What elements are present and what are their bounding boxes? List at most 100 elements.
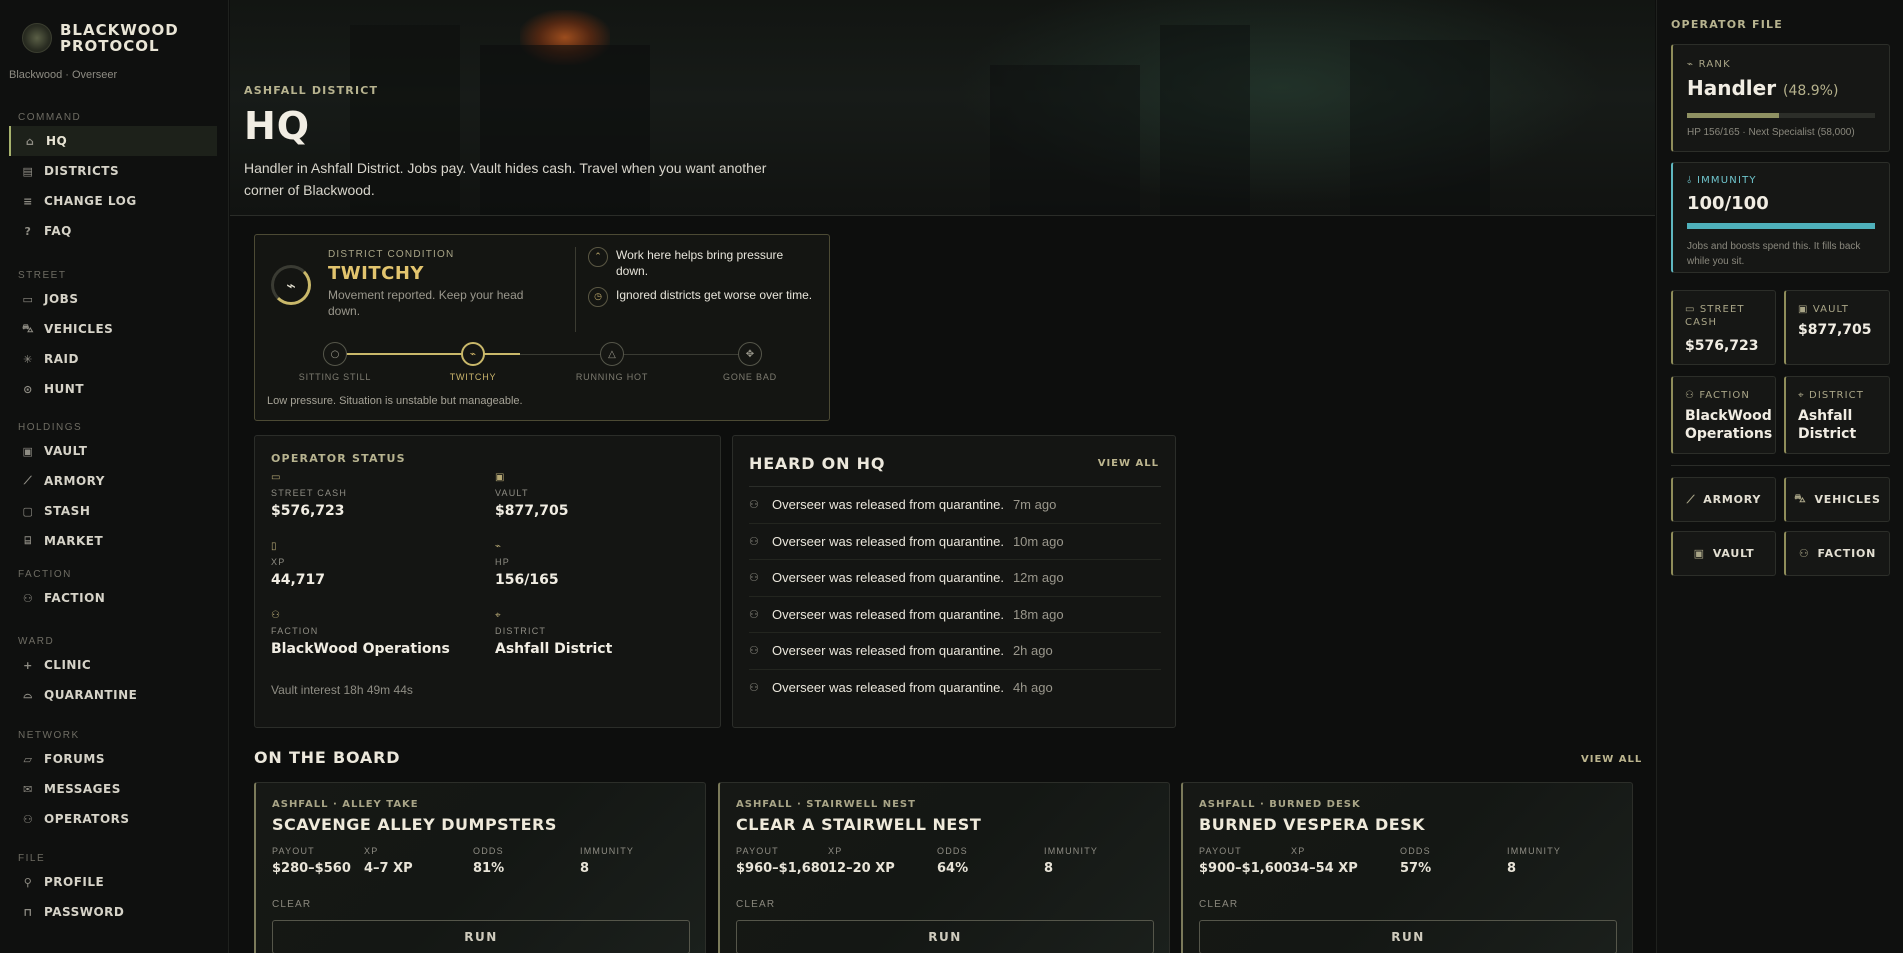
faction-card: ⚇ FACTION BlackWood Operations [1671, 376, 1776, 454]
sidebar-item-hunt[interactable]: ⊙ HUNT [9, 374, 217, 404]
users-icon: ⚇ [1685, 390, 1696, 401]
sidebar-item-jobs[interactable]: ▭ JOBS [9, 284, 217, 314]
nav-group-street: STREET ▭ JOBS ⛍ VEHICLES ✳ RAID ⊙ HUNT [0, 268, 229, 404]
sidebar-item-label: QUARANTINE [44, 688, 138, 702]
status-key: XP [271, 557, 286, 567]
condition-label: DISTRICT CONDITION [328, 249, 455, 260]
burst-icon: ✳ [23, 352, 33, 366]
job-stat-value: 8 [580, 861, 590, 876]
heard-item-time: 7m ago [1012, 497, 1057, 513]
quick-armory-button[interactable]: ⟋ ARMORY [1671, 477, 1776, 522]
stage-label: SITTING STILL [298, 372, 372, 382]
sidebar-item-operators[interactable]: ⚇ OPERATORS [9, 804, 217, 834]
list-icon: ≡ [23, 194, 33, 208]
run-job-button[interactable]: RUN [272, 920, 690, 953]
operator-file-panel: OPERATOR FILE ⌁ RANK Handler (48.9%) HP … [1656, 0, 1903, 953]
run-job-button[interactable]: RUN [1199, 920, 1617, 953]
immunity-progress-fill [1687, 223, 1875, 229]
circle-icon: ○ [323, 342, 347, 366]
job-status: CLEAR [1199, 899, 1239, 910]
job-stat-value: 8 [1044, 861, 1054, 876]
job-name: CLEAR A STAIRWELL NEST [736, 815, 982, 834]
sidebar-item-stash[interactable]: ▢ STASH [9, 496, 217, 526]
quick-vehicles-button[interactable]: ⛍ VEHICLES [1784, 477, 1890, 522]
sidebar-item-hq[interactable]: ⌂ HQ [9, 126, 217, 156]
job-stat-label: PAYOUT [736, 846, 779, 856]
condition-value: TWITCHY [328, 263, 424, 284]
brand-name-line1: BLACKWOOD [60, 21, 179, 39]
rank-progress-bar [1687, 113, 1875, 118]
district-label-text: DISTRICT [1809, 390, 1864, 401]
status-value: $576,723 [271, 503, 345, 519]
job-stat-label: IMMUNITY [1044, 846, 1099, 856]
sidebar-item-label: VEHICLES [44, 322, 114, 336]
sidebar-item-armory[interactable]: ⟋ ARMORY [9, 466, 217, 496]
map-icon: ▤ [22, 164, 34, 178]
heard-item-time: 4h ago [1012, 680, 1053, 696]
board-view-all-link[interactable]: VIEW ALL [1581, 754, 1642, 765]
sidebar-item-change-log[interactable]: ≡ CHANGE LOG [9, 186, 217, 216]
pin-icon: ⌖ [495, 610, 501, 621]
status-street-cash: ▭ STREET CASH $576,723 [271, 472, 471, 519]
sidebar-item-label: DISTRICTS [44, 164, 120, 178]
run-job-button[interactable]: RUN [736, 920, 1154, 953]
users-icon: ⚇ [22, 591, 34, 605]
status-value: 156/165 [495, 572, 559, 588]
heard-list: ⚇ Overseer was released from quarantine. 7… [749, 486, 1161, 706]
sidebar-item-clinic[interactable]: + CLINIC [9, 650, 217, 680]
sidebar-item-label: PROFILE [44, 875, 105, 889]
brand-name-line2: PROTOCOL [60, 37, 160, 55]
district-value: Ashfall District [1798, 408, 1857, 442]
vault-card: ▣ VAULT $877,705 [1784, 290, 1890, 365]
job-card: ASHFALL · ALLEY TAKE SCAVENGE ALLEY DUMPS… [254, 782, 706, 953]
quick-faction-button[interactable]: ⚇ FACTION [1784, 531, 1890, 576]
sidebar-item-vehicles[interactable]: ⛍ VEHICLES [9, 314, 217, 344]
job-stat-payout: PAYOUT $900–$1,600 [1199, 846, 1292, 876]
status-key: HP [495, 557, 510, 567]
job-stat-value: 34–54 XP [1291, 861, 1358, 876]
stage-gone-bad: ✥ GONE BAD [705, 342, 795, 382]
stage-label: TWITCHY [449, 372, 497, 382]
heard-item-text: Overseer was released from quarantine. [772, 643, 1004, 659]
job-stat-odds: ODDS 57% [1400, 846, 1431, 876]
brand[interactable]: BLACKWOOD PROTOCOL [22, 22, 179, 54]
clock-icon: ◷ [588, 287, 608, 307]
stage-label: GONE BAD [723, 372, 777, 382]
heard-item-text: Overseer was released from quarantine. [772, 497, 1004, 513]
condition-note-text: Work here helps bring pressure down. [616, 248, 784, 278]
stage-sitting-still: ○ SITTING STILL [290, 342, 380, 382]
sidebar-item-messages[interactable]: ✉ MESSAGES [9, 774, 217, 804]
plus-icon: + [23, 658, 33, 672]
heard-view-all-link[interactable]: VIEW ALL [1098, 458, 1159, 469]
condition-note-text: Ignored districts get worse over time. [616, 288, 813, 302]
job-stat-value: 8 [1507, 861, 1517, 876]
job-stat-payout: PAYOUT $960–$1,680 [736, 846, 829, 876]
nav-group-heading: COMMAND [18, 112, 82, 123]
status-value: 44,717 [271, 572, 326, 588]
quick-vault-button[interactable]: ▣ VAULT [1671, 531, 1776, 576]
rank-label-text: RANK [1698, 59, 1731, 70]
job-stat-odds: ODDS 64% [937, 846, 968, 876]
sidebar-item-profile[interactable]: ⚲ PROFILE [9, 867, 217, 897]
heard-item: ⚇ Overseer was released from quarantine. 1… [749, 597, 1161, 633]
sidebar-item-password[interactable]: ⊓ PASSWORD [9, 897, 217, 927]
sidebar-item-label: MESSAGES [44, 782, 121, 796]
sidebar-item-quarantine[interactable]: ⌓ QUARANTINE [9, 680, 217, 710]
users-icon: ⚇ [22, 812, 34, 826]
sidebar-item-market[interactable]: ⌸ MARKET [9, 526, 217, 556]
sidebar-item-forums[interactable]: ▱ FORUMS [9, 744, 217, 774]
immunity-card: ⫰ IMMUNITY 100/100 Jobs and boosts spend… [1671, 162, 1890, 273]
heard-title: HEARD ON HQ [749, 454, 886, 473]
sidebar-item-raid[interactable]: ✳ RAID [9, 344, 217, 374]
job-tag: ASHFALL · BURNED DESK [1199, 799, 1361, 810]
vault-label: ▣ VAULT [1798, 303, 1849, 316]
sidebar-item-faq[interactable]: ? FAQ [9, 216, 217, 246]
sidebar-item-vault[interactable]: ▣ VAULT [9, 436, 217, 466]
sidebar-item-districts[interactable]: ▤ DISTRICTS [9, 156, 217, 186]
nav-group-heading: STREET [18, 270, 67, 281]
faction-label: ⚇ FACTION [1685, 389, 1750, 402]
sidebar-item-faction[interactable]: ⚇ FACTION [9, 583, 217, 613]
home-icon: ⌂ [25, 134, 35, 148]
status-value: $877,705 [495, 503, 569, 519]
heard-item-text: Overseer was released from quarantine. [772, 533, 1004, 549]
